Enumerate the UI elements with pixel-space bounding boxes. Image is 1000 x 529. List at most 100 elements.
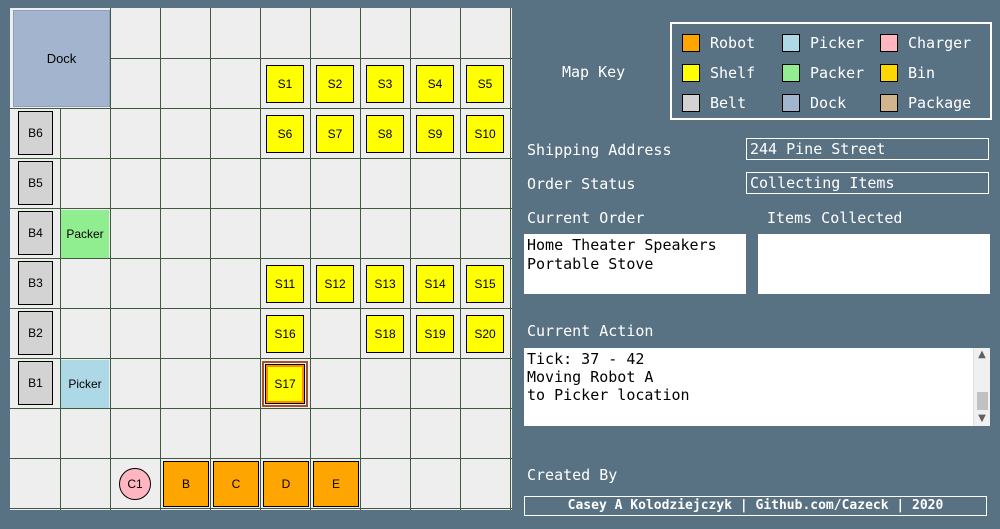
shelf-s16: S16 <box>266 315 304 353</box>
grid-line-horizontal <box>10 158 512 159</box>
belt-b5: B5 <box>18 161 53 205</box>
current-action-label: Current Action <box>527 322 654 340</box>
bin-swatch <box>880 64 898 82</box>
charger-c1: C1 <box>119 468 151 500</box>
grid-line-vertical <box>510 8 511 510</box>
belt-b2: B2 <box>18 311 53 355</box>
key-label: Charger <box>908 34 972 52</box>
belt-b3: B3 <box>18 261 53 305</box>
grid-line-vertical <box>210 8 211 510</box>
scroll-down-icon[interactable]: ▼ <box>974 412 990 426</box>
shelf-s20: S20 <box>466 315 504 353</box>
current-order-label: Current Order <box>527 209 645 227</box>
shelf-s18: S18 <box>366 315 404 353</box>
shelf-s1: S1 <box>266 65 304 103</box>
robot-swatch <box>682 34 700 52</box>
grid-line-horizontal <box>10 408 512 409</box>
shipping-address-field[interactable]: 244 Pine Street <box>746 138 989 160</box>
key-label: Robot <box>710 34 756 52</box>
map-key-title: Map Key <box>562 63 626 81</box>
grid-line-vertical <box>410 8 411 510</box>
charger-swatch <box>880 34 898 52</box>
warehouse-grid: Dock B6 B5 B4 B3 B2 B1 Packer Picker S1 … <box>10 8 512 510</box>
order-status-field[interactable]: Collecting Items <box>746 172 989 194</box>
grid-line-vertical <box>260 8 261 510</box>
packer-cell: Packer <box>61 210 109 258</box>
dock-swatch <box>782 94 800 112</box>
packer-swatch <box>782 64 800 82</box>
shelf-s10: S10 <box>466 115 504 153</box>
shelf-s2: S2 <box>316 65 354 103</box>
shelf-s7: S7 <box>316 115 354 153</box>
robot-b: B <box>163 461 209 507</box>
shelf-s9: S9 <box>416 115 454 153</box>
key-item-picker: Picker <box>782 32 864 54</box>
belt-b6: B6 <box>18 111 53 155</box>
package-swatch <box>880 94 898 112</box>
shelf-s4: S4 <box>416 65 454 103</box>
key-label: Picker <box>810 34 865 52</box>
belt-b4: B4 <box>18 211 53 255</box>
shelf-s8: S8 <box>366 115 404 153</box>
key-item-dock: Dock <box>782 92 846 114</box>
grid-line-vertical <box>310 8 311 510</box>
created-by-label: Created By <box>527 466 618 484</box>
key-item-packer: Packer <box>782 62 864 84</box>
grid-line-vertical <box>60 108 61 510</box>
key-label: Belt <box>710 94 747 112</box>
items-collected-label: Items Collected <box>767 209 903 227</box>
key-label: Shelf <box>710 64 756 82</box>
scroll-thumb[interactable] <box>977 392 988 410</box>
grid-line-horizontal <box>10 208 512 209</box>
items-collected-textbox[interactable] <box>758 234 990 294</box>
current-action-textbox[interactable]: Tick: 37 - 42 Moving Robot A to Picker l… <box>524 348 973 426</box>
key-label: Package <box>908 94 972 112</box>
grid-line-horizontal <box>10 508 512 509</box>
grid-line-horizontal <box>10 308 512 309</box>
picker-swatch <box>782 34 800 52</box>
key-label: Bin <box>908 64 936 82</box>
key-label: Dock <box>810 94 847 112</box>
grid-line-horizontal <box>110 58 512 59</box>
shelf-s12: S12 <box>316 265 354 303</box>
robot-c: C <box>213 461 259 507</box>
key-item-belt: Belt <box>682 92 746 114</box>
shelf-s19: S19 <box>416 315 454 353</box>
belt-b1: B1 <box>18 361 53 405</box>
key-label: Packer <box>810 64 865 82</box>
key-item-package: Package <box>880 92 971 114</box>
shelf-s11: S11 <box>266 265 304 303</box>
grid-line-vertical <box>110 8 111 510</box>
dock-cell: Dock <box>13 10 110 107</box>
grid-line-vertical <box>360 8 361 510</box>
grid-line-horizontal <box>10 458 512 459</box>
key-item-charger: Charger <box>880 32 971 54</box>
shelf-s5: S5 <box>466 65 504 103</box>
key-item-shelf: Shelf <box>682 62 755 84</box>
map-key: Robot Picker Charger Shelf Packer Bin Be… <box>670 22 992 120</box>
key-item-robot: Robot <box>682 32 755 54</box>
scroll-up-icon[interactable]: ▲ <box>974 348 990 362</box>
shelf-s6: S6 <box>266 115 304 153</box>
shipping-address-label: Shipping Address <box>527 141 672 159</box>
grid-line-horizontal <box>10 258 512 259</box>
grid-line-vertical <box>160 8 161 510</box>
current-order-textbox[interactable]: Home Theater Speakers Portable Stove <box>524 234 746 294</box>
shelf-swatch <box>682 64 700 82</box>
credits-box: Casey A Kolodziejczyk | Github.com/Cazec… <box>524 496 987 516</box>
robot-d: D <box>263 461 309 507</box>
grid-line-vertical <box>460 8 461 510</box>
order-status-label: Order Status <box>527 175 636 193</box>
grid-line-horizontal <box>10 108 512 109</box>
shelf-s17: S17 <box>262 361 308 407</box>
belt-swatch <box>682 94 700 112</box>
grid-line-horizontal <box>10 358 512 359</box>
shelf-s14: S14 <box>416 265 454 303</box>
key-item-bin: Bin <box>880 62 935 84</box>
robot-e: E <box>313 461 359 507</box>
shelf-s3: S3 <box>366 65 404 103</box>
picker-cell: Picker <box>61 360 109 408</box>
shelf-s15: S15 <box>466 265 504 303</box>
shelf-s13: S13 <box>366 265 404 303</box>
current-action-scrollbar[interactable]: ▲ ▼ <box>973 348 990 426</box>
